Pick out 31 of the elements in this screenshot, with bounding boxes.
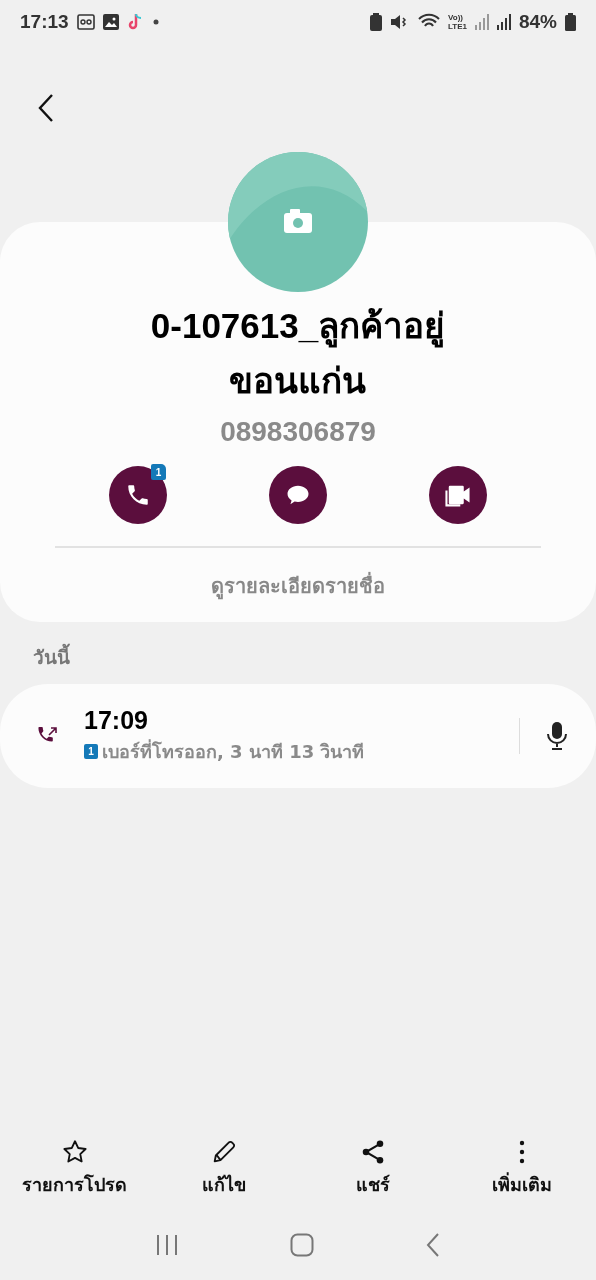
voicemail-icon <box>76 14 95 30</box>
message-button[interactable] <box>269 466 327 524</box>
phone-icon <box>125 482 151 508</box>
signal-icon <box>474 14 489 30</box>
microphone-icon[interactable] <box>546 721 568 751</box>
call-details: เบอร์ที่โทรออก, 3 นาที 13 วินาที <box>102 738 365 764</box>
battery-percent: 84% <box>518 11 557 33</box>
section-header: วันนี้ <box>33 642 596 672</box>
phone-number: 0898306879 <box>220 416 376 448</box>
edit-button[interactable]: แก้ไข <box>149 1136 298 1201</box>
volte-label: Vo)) <box>448 13 464 22</box>
recent-apps-icon[interactable] <box>155 1234 180 1256</box>
image-icon <box>102 14 119 30</box>
home-icon[interactable] <box>290 1233 314 1257</box>
back-icon[interactable] <box>424 1232 441 1258</box>
lte-label: LTE1 <box>448 22 467 31</box>
share-button[interactable]: แชร์ <box>298 1136 447 1201</box>
status-time: 17:13 <box>20 11 69 33</box>
star-button[interactable]: รายการโปรด <box>0 1136 149 1201</box>
video-button[interactable] <box>429 466 487 524</box>
back-button[interactable] <box>36 92 56 124</box>
more-button[interactable]: เพิ่มเติม <box>447 1136 596 1201</box>
call-time: 17:09 <box>84 706 149 735</box>
signal-icon <box>496 14 511 30</box>
battery-icon <box>565 13 576 31</box>
sim-badge: 1 <box>84 744 98 759</box>
call-button[interactable]: 1 <box>109 466 167 524</box>
dot-icon <box>152 19 159 25</box>
call-log-item[interactable]: 17:09 1 เบอร์ที่โทรออก, 3 นาที 13 วินาที <box>0 684 596 788</box>
contact-name: 0-107613_ลูกค้าอยู่ ขอนแก่น <box>150 305 446 402</box>
sim-badge: 1 <box>151 464 166 480</box>
